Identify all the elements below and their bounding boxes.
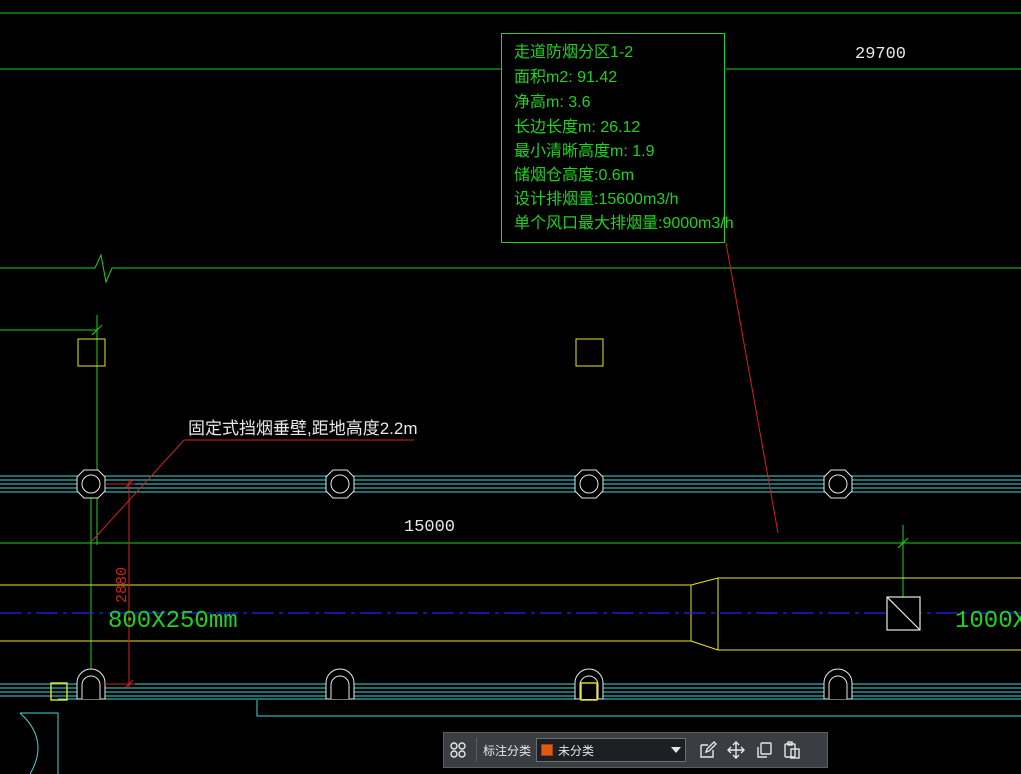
chevron-down-icon xyxy=(671,747,682,753)
exhaust-vent-icon xyxy=(886,596,921,631)
category-select[interactable]: 未分类 xyxy=(536,738,687,762)
smoke-zone-annotation[interactable]: 走道防烟分区1-2 面积m2: 91.42 净高m: 3.6 长边长度m: 26… xyxy=(501,33,734,243)
category-color-swatch xyxy=(541,744,554,756)
left-dimension xyxy=(0,315,103,545)
category-label: 标注分类 xyxy=(483,743,532,758)
edit-icon[interactable] xyxy=(694,736,722,764)
annotation-toolbar: 标注分类 未分类 xyxy=(443,732,828,768)
grid-icon[interactable] xyxy=(444,736,472,764)
move-icon[interactable] xyxy=(722,736,750,764)
wall-note-text: 固定式挡烟垂壁,距地高度2.2m xyxy=(188,419,418,438)
annotation-line-max: 单个风口最大排烟量:9000m3/h xyxy=(514,215,734,232)
annotation-line-height: 净高m: 3.6 xyxy=(514,94,591,111)
paste-icon[interactable] xyxy=(778,736,806,764)
dim-top-text: 29700 xyxy=(855,45,906,64)
dim-vertical-text: 2880 xyxy=(114,567,131,603)
toolbar-divider xyxy=(476,738,477,762)
category-select-value: 未分类 xyxy=(558,743,595,758)
duct-right-label: 1000X xyxy=(955,608,1021,635)
duct-left-label: 800X250mm xyxy=(108,608,238,635)
wall-note-leader xyxy=(91,439,414,542)
annotation-leader xyxy=(725,242,779,534)
upper-wall xyxy=(0,475,1021,493)
break-line xyxy=(0,253,1021,284)
annotation-line-length: 长边长度m: 26.12 xyxy=(514,119,641,136)
column-markers xyxy=(50,338,604,701)
annotation-line-clear: 最小清晰高度m: 1.9 xyxy=(514,143,655,160)
copy-icon[interactable] xyxy=(750,736,778,764)
annotation-line-zone: 走道防烟分区1-2 xyxy=(514,44,634,61)
annotation-line-area: 面积m2: 91.42 xyxy=(514,69,618,86)
dim-mid-text: 15000 xyxy=(404,518,455,537)
annotation-line-design: 设计排烟量:15600m3/h xyxy=(514,191,679,208)
annotation-line-reservoir: 储烟仓高度:0.6m xyxy=(514,167,635,184)
